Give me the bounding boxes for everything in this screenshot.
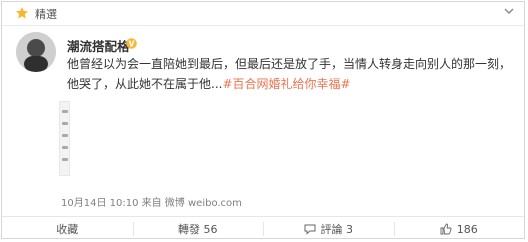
topic-link[interactable]: #百合网婚礼给你幸福# [222,77,350,91]
top-bar: 精選 [2,2,524,26]
avatar-image [16,32,56,72]
comment-icon [304,224,315,235]
action-bar: 收藏 轉發 56 評論 3 186 [2,216,524,241]
avatar[interactable] [16,32,56,72]
verified-badge-icon: V [126,38,137,49]
like-count: 186 [456,222,478,236]
comment-button[interactable]: 評論 3 [263,217,394,241]
author-name[interactable]: 潮流搭配格 [67,36,130,55]
post-text: 他曾经以为会一直陪她到最后，但最后还是放了手，当情人转身走向别人的那一刻，他哭了… [67,54,515,94]
favorite-label: 收藏 [56,223,79,236]
favorite-button[interactable]: 收藏 [2,217,133,241]
image-thumbnail[interactable] [59,101,70,176]
featured-label: 精選 [35,8,57,21]
post-meta: 10月14日 10:10 来自 微博 weibo.com [61,198,242,209]
svg-text:V: V [129,39,135,48]
chevron-down-icon[interactable] [503,5,515,17]
comment-label: 評論 3 [320,223,354,236]
weibo-post-card: 精選 潮流搭配格 V 他曾经以为会一直陪她到最后，但最后还是放了手，当情人转身走… [1,1,525,239]
star-icon[interactable] [15,6,29,20]
repost-button[interactable]: 轉發 56 [132,217,264,241]
thumbs-up-icon [440,223,452,235]
like-button[interactable]: 186 [393,217,525,241]
repost-label: 轉發 56 [178,223,218,236]
